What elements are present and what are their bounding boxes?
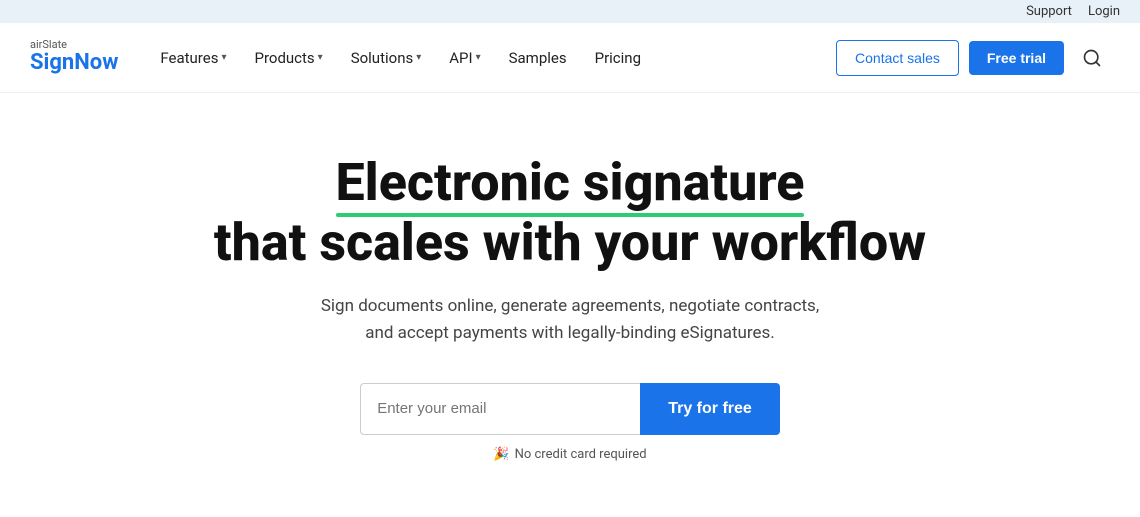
login-link[interactable]: Login: [1088, 4, 1120, 19]
products-label: Products: [254, 49, 314, 67]
navbar: airSlate SignNow Features ▾ Products ▾ S…: [0, 23, 1140, 93]
features-label: Features: [160, 49, 218, 67]
nav-item-features[interactable]: Features ▾: [148, 43, 238, 73]
nav-links: Features ▾ Products ▾ Solutions ▾ API ▾ …: [148, 43, 836, 73]
cta-row: Try for free: [360, 383, 780, 435]
search-button[interactable]: [1074, 40, 1110, 76]
nav-item-solutions[interactable]: Solutions ▾: [339, 43, 434, 73]
hero-title-highlight: Electronic signature: [336, 153, 805, 213]
solutions-chevron-icon: ▾: [416, 52, 421, 63]
hero-section: Electronic signature that scales with yo…: [0, 93, 1140, 512]
nav-item-samples[interactable]: Samples: [497, 43, 579, 73]
api-chevron-icon: ▾: [476, 52, 481, 63]
nav-item-pricing[interactable]: Pricing: [583, 43, 653, 73]
samples-label: Samples: [509, 49, 567, 67]
top-bar: Support Login: [0, 0, 1140, 23]
pricing-label: Pricing: [595, 49, 641, 67]
free-trial-button[interactable]: Free trial: [969, 41, 1064, 75]
solutions-label: Solutions: [351, 49, 414, 67]
no-credit-card-note: 🎉 No credit card required: [493, 447, 646, 462]
hero-subtitle: Sign documents online, generate agreemen…: [305, 293, 835, 347]
hero-title-line2: that scales with your workflow: [214, 212, 926, 273]
nav-item-api[interactable]: API ▾: [437, 43, 492, 73]
logo-signnow: SignNow: [30, 51, 118, 75]
no-cc-label: No credit card required: [515, 447, 647, 462]
logo[interactable]: airSlate SignNow: [30, 39, 118, 75]
nav-item-products[interactable]: Products ▾: [242, 43, 334, 73]
products-chevron-icon: ▾: [318, 52, 323, 63]
email-input[interactable]: [360, 383, 640, 435]
search-icon: [1082, 48, 1102, 68]
try-for-free-button[interactable]: Try for free: [640, 383, 780, 435]
support-link[interactable]: Support: [1026, 4, 1072, 19]
api-label: API: [449, 49, 472, 67]
contact-sales-button[interactable]: Contact sales: [836, 40, 959, 76]
nav-actions: Contact sales Free trial: [836, 40, 1110, 76]
hero-title: Electronic signature that scales with yo…: [214, 153, 926, 273]
no-cc-emoji: 🎉: [493, 447, 509, 462]
features-chevron-icon: ▾: [221, 52, 226, 63]
